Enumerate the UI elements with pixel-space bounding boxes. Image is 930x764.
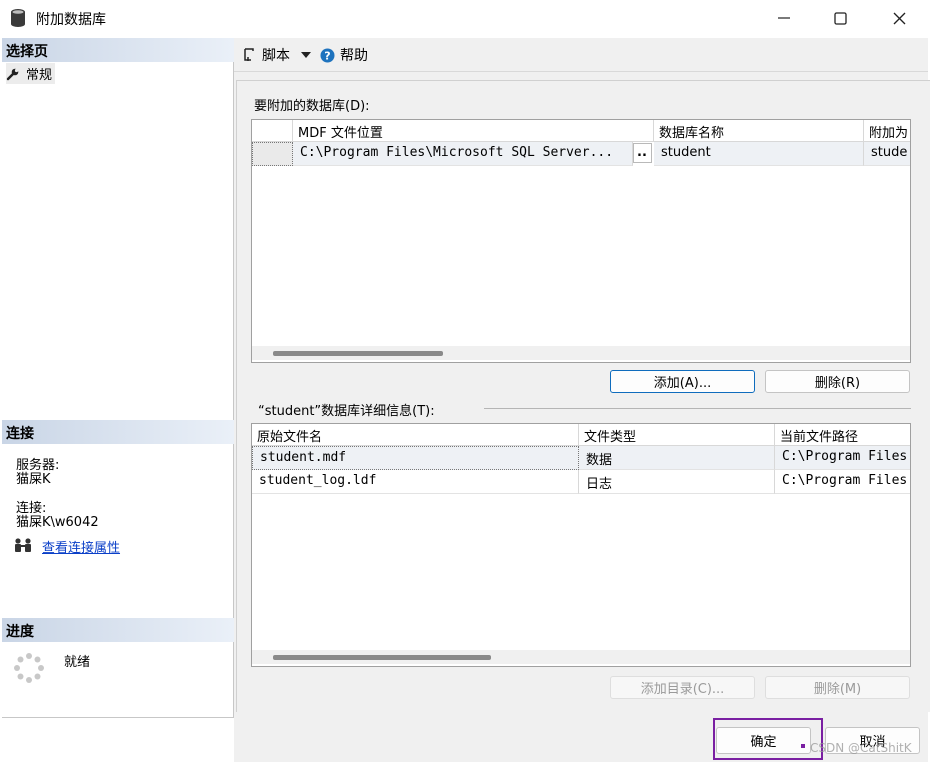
attach-section-label: 要附加的数据库(D): xyxy=(254,99,370,114)
add-button[interactable]: 添加(A)... xyxy=(610,370,755,393)
help-icon: ? xyxy=(320,48,335,62)
row-header-corner xyxy=(252,120,293,142)
connection-value: 猫屎K\w6042 xyxy=(16,515,99,530)
minimize-icon xyxy=(778,17,790,19)
maximize-button[interactable] xyxy=(811,0,869,36)
section-divider xyxy=(484,408,911,409)
wrench-icon xyxy=(6,68,19,80)
database-icon xyxy=(11,9,25,27)
scrollbar-thumb[interactable] xyxy=(273,655,491,660)
help-label: 帮助 xyxy=(340,48,368,64)
chevron-down-icon[interactable] xyxy=(301,51,311,59)
column-header-file-type[interactable]: 文件类型 xyxy=(579,424,775,446)
title-bar: 附加数据库 xyxy=(0,0,930,36)
file-path-cell[interactable]: C:\Program Files xyxy=(775,446,910,470)
connection-header: 连接 xyxy=(2,420,234,444)
remove-button[interactable]: 删除(R) xyxy=(765,370,910,393)
highlight-dot xyxy=(801,744,805,748)
column-header-current-path[interactable]: 当前文件路径 xyxy=(775,424,910,446)
toolbar: 脚本 ? 帮助 xyxy=(234,38,928,72)
db-name-cell[interactable]: student xyxy=(654,142,864,166)
scrollbar-thumb[interactable] xyxy=(273,351,443,356)
file-type-cell[interactable]: 日志 xyxy=(579,470,775,494)
attach-grid[interactable]: MDF 文件位置 数据库名称 附加为 C:\Program Files\Micr… xyxy=(251,119,911,363)
details-remove-button[interactable]: 删除(M) xyxy=(765,676,910,699)
help-button[interactable]: ? 帮助 xyxy=(320,45,368,65)
details-section-label: “student”数据库详细信息(T): xyxy=(258,404,435,419)
row-selector[interactable] xyxy=(252,142,293,166)
window-title: 附加数据库 xyxy=(36,12,106,28)
column-header-mdf[interactable]: MDF 文件位置 xyxy=(293,120,654,142)
progress-header: 进度 xyxy=(2,618,234,642)
mdf-location-cell[interactable]: C:\Program Files\Microsoft SQL Server... xyxy=(293,142,633,166)
browse-button[interactable]: .. xyxy=(633,143,652,163)
column-header-db-name[interactable]: 数据库名称 xyxy=(654,120,864,142)
file-name-cell[interactable]: student.mdf xyxy=(252,446,579,470)
minimize-button[interactable] xyxy=(755,0,813,36)
column-header-original-file[interactable]: 原始文件名 xyxy=(252,424,579,446)
details-grid-scrollbar[interactable] xyxy=(252,650,910,664)
highlight-box xyxy=(713,718,823,760)
view-connection-properties-link[interactable]: 查看连接属性 xyxy=(42,537,120,556)
close-button[interactable] xyxy=(870,0,928,36)
left-pane xyxy=(2,38,234,718)
script-icon xyxy=(244,48,254,61)
close-icon xyxy=(893,12,905,24)
column-header-attach-as[interactable]: 附加为 xyxy=(864,120,910,142)
watermark: CSDN @CatShitK xyxy=(810,741,912,755)
file-path-cell[interactable]: C:\Program Files xyxy=(775,470,910,494)
file-name-cell[interactable]: student_log.ldf xyxy=(252,470,579,494)
file-type-cell[interactable]: 数据 xyxy=(579,446,775,470)
page-item-general[interactable]: 常规 xyxy=(6,63,56,84)
people-icon xyxy=(15,538,31,552)
details-grid[interactable]: 原始文件名 文件类型 当前文件路径 student.mdf 数据 C:\Prog… xyxy=(251,423,911,667)
add-catalog-button[interactable]: 添加目录(C)... xyxy=(610,676,755,699)
progress-spinner-icon xyxy=(14,653,44,683)
maximize-icon xyxy=(833,11,847,25)
svg-text:?: ? xyxy=(324,49,330,62)
server-value: 猫屎K xyxy=(16,472,51,487)
page-item-label: 常规 xyxy=(26,68,53,83)
select-page-header: 选择页 xyxy=(2,38,234,62)
script-label: 脚本 xyxy=(262,48,290,64)
attach-grid-scrollbar[interactable] xyxy=(252,346,910,360)
progress-status: 就绪 xyxy=(64,655,91,670)
script-button[interactable]: 脚本 xyxy=(242,45,290,65)
attach-as-cell[interactable]: stude xyxy=(864,142,910,166)
